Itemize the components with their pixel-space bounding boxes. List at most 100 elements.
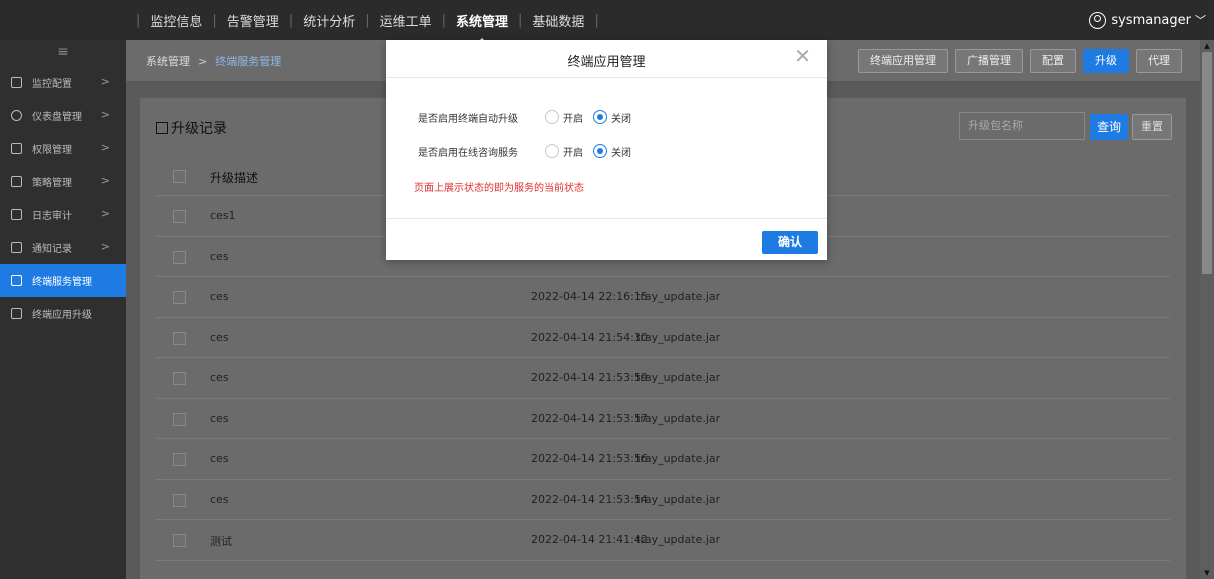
tab-broadcast-management[interactable]: 广播管理: [955, 49, 1023, 73]
cell-file: tray_update.jar: [636, 371, 721, 384]
sidebar-item-notifications[interactable]: 通知记录 >: [0, 231, 126, 264]
menu-separator: |: [441, 12, 447, 28]
menu-statistics[interactable]: 统计分析: [303, 11, 355, 30]
scroll-up-arrow-icon[interactable]: ▲: [1200, 40, 1214, 52]
table-row: ces 2022-04-14 21:53:59 tray_update.jar: [156, 358, 1170, 399]
menu-separator: |: [288, 12, 294, 28]
cell-desc: ces: [210, 290, 229, 303]
sidebar-item-label: 权限管理: [32, 145, 72, 156]
sidebar-item-label: 日志审计: [32, 211, 72, 222]
cell-desc: ces: [210, 249, 229, 263]
sidebar-item-log-audit[interactable]: 日志审计 >: [0, 198, 126, 231]
dialog-footer: 确认: [386, 218, 827, 260]
scroll-down-arrow-icon[interactable]: ▼: [1200, 567, 1214, 579]
row-checkbox[interactable]: [173, 210, 186, 223]
sidebar-item-terminal-service[interactable]: 终端服务管理: [0, 264, 126, 297]
search-log-icon: [11, 209, 22, 220]
dashboard-icon: [11, 110, 22, 121]
chevron-down-icon: ﹀: [1195, 14, 1206, 27]
sidebar-item-label: 终端服务管理: [32, 277, 92, 288]
row-checkbox[interactable]: [173, 331, 186, 345]
notification-icon: [11, 242, 22, 253]
auto-upgrade-on-radio[interactable]: 开启: [545, 110, 583, 125]
radio-circle-icon: [545, 110, 559, 124]
select-all-checkbox[interactable]: [173, 170, 186, 183]
table-row: ces 2022-04-14 21:53:57 tray_update.jar: [156, 399, 1170, 439]
cell-time: 2022-04-14 22:16:15: [531, 290, 648, 303]
radio-label: 开启: [563, 113, 583, 125]
tab-proxy[interactable]: 代理: [1136, 49, 1182, 73]
online-consult-off-radio[interactable]: 关闭: [593, 144, 631, 159]
scroll-thumb[interactable]: [1202, 52, 1212, 274]
sidebar-item-terminal-upgrade[interactable]: 终端应用升级: [0, 297, 126, 330]
cell-desc: 测试: [210, 535, 232, 548]
radio-label: 关闭: [611, 147, 631, 159]
cell-file: tray_update.jar: [636, 290, 721, 303]
sidebar: ≡ 监控配置 > 仪表盘管理 > 权限管理 > 策略管理 > 日志审计 > 通知…: [0, 40, 126, 579]
chevron-right-icon: >: [100, 108, 110, 121]
sidebar-item-policy[interactable]: 策略管理 >: [0, 165, 126, 198]
row-checkbox[interactable]: [173, 412, 186, 426]
menu-system-management[interactable]: 系统管理: [456, 11, 508, 43]
monitor-icon: [11, 77, 22, 88]
sidebar-item-label: 监控配置: [32, 79, 72, 90]
table-row: ces 2022-04-14 21:53:56 tray_update.jar: [156, 439, 1170, 480]
menu-separator: |: [136, 12, 141, 28]
option-label: 是否启用在线咨询服务: [418, 147, 518, 159]
cell-desc: ces: [210, 330, 229, 344]
upgrade-icon: [11, 308, 22, 319]
cell-file: tray_update.jar: [636, 411, 721, 425]
row-checkbox[interactable]: [173, 250, 186, 264]
row-checkbox[interactable]: [173, 291, 186, 304]
menu-alarm-management[interactable]: 告警管理: [227, 11, 279, 30]
sidebar-item-permissions[interactable]: 权限管理 >: [0, 132, 126, 165]
breadcrumb-root[interactable]: 系统管理: [146, 55, 190, 68]
panel-title-text: 升级记录: [171, 121, 227, 137]
breadcrumb-separator-icon: >: [198, 55, 208, 68]
radio-label: 关闭: [611, 113, 631, 125]
top-menu: | 监控信息 | 告警管理 | 统计分析 | 运维工单 | 系统管理 | 基础数…: [126, 0, 609, 43]
menu-monitor-info[interactable]: 监控信息: [150, 11, 202, 30]
tab-config[interactable]: 配置: [1030, 49, 1076, 73]
query-button[interactable]: 查询: [1090, 114, 1128, 140]
chevron-right-icon: >: [100, 141, 110, 154]
chevron-right-icon: >: [100, 207, 110, 220]
menu-work-orders[interactable]: 运维工单: [380, 11, 432, 30]
cell-time: 2022-04-14 21:53:54: [531, 492, 648, 506]
online-consult-option: 是否启用在线咨询服务 开启 关闭: [418, 142, 641, 160]
breadcrumb: 系统管理 > 终端服务管理: [146, 53, 281, 69]
sidebar-item-label: 仪表盘管理: [32, 112, 82, 123]
policy-icon: [11, 176, 22, 187]
sidebar-item-dashboard[interactable]: 仪表盘管理 >: [0, 99, 126, 132]
cell-desc: ces: [210, 371, 229, 384]
sidebar-item-label: 策略管理: [32, 178, 72, 189]
menu-separator: |: [212, 12, 217, 28]
radio-circle-icon: [593, 110, 607, 124]
close-icon[interactable]: ✕: [794, 46, 811, 66]
radio-label: 开启: [563, 147, 583, 159]
package-name-search-input[interactable]: 升级包名称: [959, 112, 1085, 140]
row-checkbox[interactable]: [173, 534, 186, 547]
table-row: ces 2022-04-14 21:54:30 tray_update.jar: [156, 318, 1170, 358]
tab-terminal-app-management[interactable]: 终端应用管理: [858, 49, 948, 73]
menu-base-data[interactable]: 基础数据: [532, 11, 584, 30]
breadcrumb-current: 终端服务管理: [215, 55, 282, 68]
cell-desc: ces: [210, 452, 229, 465]
row-checkbox[interactable]: [173, 493, 186, 507]
auto-upgrade-off-radio[interactable]: 关闭: [593, 110, 631, 125]
cell-time: 2022-04-14 21:53:56: [531, 452, 648, 465]
user-menu[interactable]: sysmanager ﹀: [1089, 0, 1206, 40]
menu-toggle-icon[interactable]: ≡: [0, 40, 126, 66]
sidebar-item-monitor-config[interactable]: 监控配置 >: [0, 66, 126, 99]
row-checkbox[interactable]: [173, 453, 186, 466]
reset-button[interactable]: 重置: [1132, 114, 1172, 140]
row-checkbox[interactable]: [173, 372, 186, 385]
online-consult-on-radio[interactable]: 开启: [545, 144, 583, 159]
page-scrollbar[interactable]: ▲ ▼: [1200, 40, 1214, 579]
table-row: 测试 2022-04-14 21:41:42 tray_update.jar: [156, 520, 1170, 561]
cell-time: 2022-04-14 21:54:30: [531, 330, 648, 344]
confirm-button[interactable]: 确认: [762, 231, 818, 254]
cell-desc: ces1: [210, 209, 236, 222]
tab-upgrade[interactable]: 升级: [1083, 49, 1129, 73]
cell-file: tray_update.jar: [636, 533, 721, 546]
